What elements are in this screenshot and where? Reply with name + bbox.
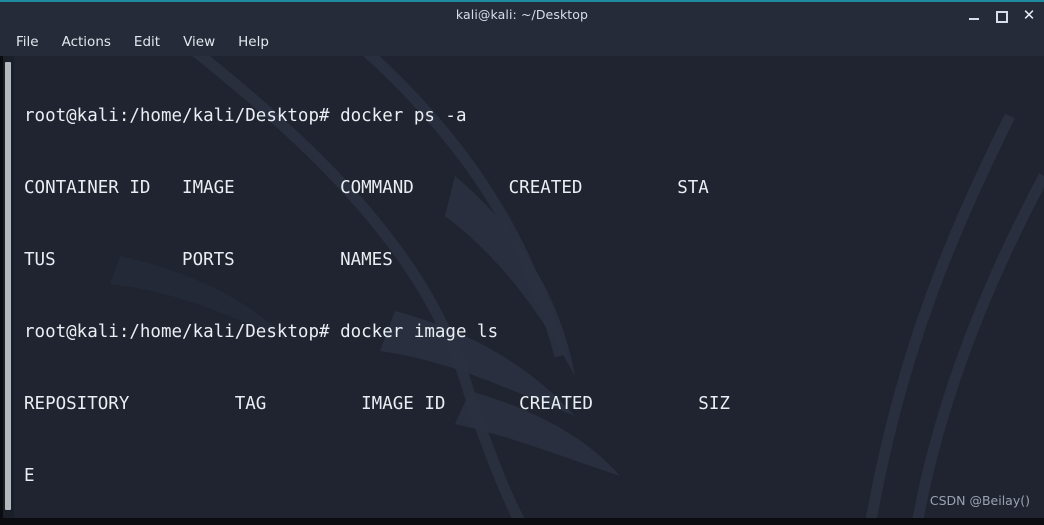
menu-item-help[interactable]: Help xyxy=(238,34,269,50)
menu-item-file[interactable]: File xyxy=(16,34,39,50)
window-controls: ✕ xyxy=(968,2,1036,28)
terminal-body[interactable]: root@kali:/home/kali/Desktop# docker ps … xyxy=(0,56,1044,518)
terminal-line: root@kali:/home/kali/Desktop# docker ima… xyxy=(24,322,499,342)
terminal-line: REPOSITORY TAG IMAGE ID CREATED SIZ xyxy=(24,394,730,414)
terminal-line: CONTAINER ID IMAGE COMMAND CREATED STA xyxy=(24,178,709,198)
terminal-line: root@kali:/home/kali/Desktop# docker ps … xyxy=(24,106,467,126)
terminal-line: E xyxy=(24,466,35,486)
window-bottom-border xyxy=(0,518,1044,525)
menubar: File Actions Edit View Help xyxy=(0,28,1044,56)
terminal-window: kali@kali: ~/Desktop ✕ File Actions Edit… xyxy=(0,0,1044,525)
maximize-icon[interactable] xyxy=(995,9,1008,23)
minimize-icon[interactable] xyxy=(968,9,981,22)
scrollbar-thumb[interactable] xyxy=(5,62,11,510)
terminal-line: TUS PORTS NAMES xyxy=(24,250,393,270)
titlebar[interactable]: kali@kali: ~/Desktop ✕ xyxy=(0,2,1044,28)
window-title: kali@kali: ~/Desktop xyxy=(455,7,589,22)
close-icon[interactable]: ✕ xyxy=(1022,7,1036,22)
menu-item-edit[interactable]: Edit xyxy=(134,34,160,50)
window-left-border xyxy=(0,56,3,525)
menu-item-view[interactable]: View xyxy=(183,34,215,50)
menu-item-actions[interactable]: Actions xyxy=(62,34,111,50)
terminal-screen[interactable]: root@kali:/home/kali/Desktop# docker ps … xyxy=(24,56,1044,518)
csdn-watermark: CSDN @Beilay() xyxy=(929,493,1030,508)
